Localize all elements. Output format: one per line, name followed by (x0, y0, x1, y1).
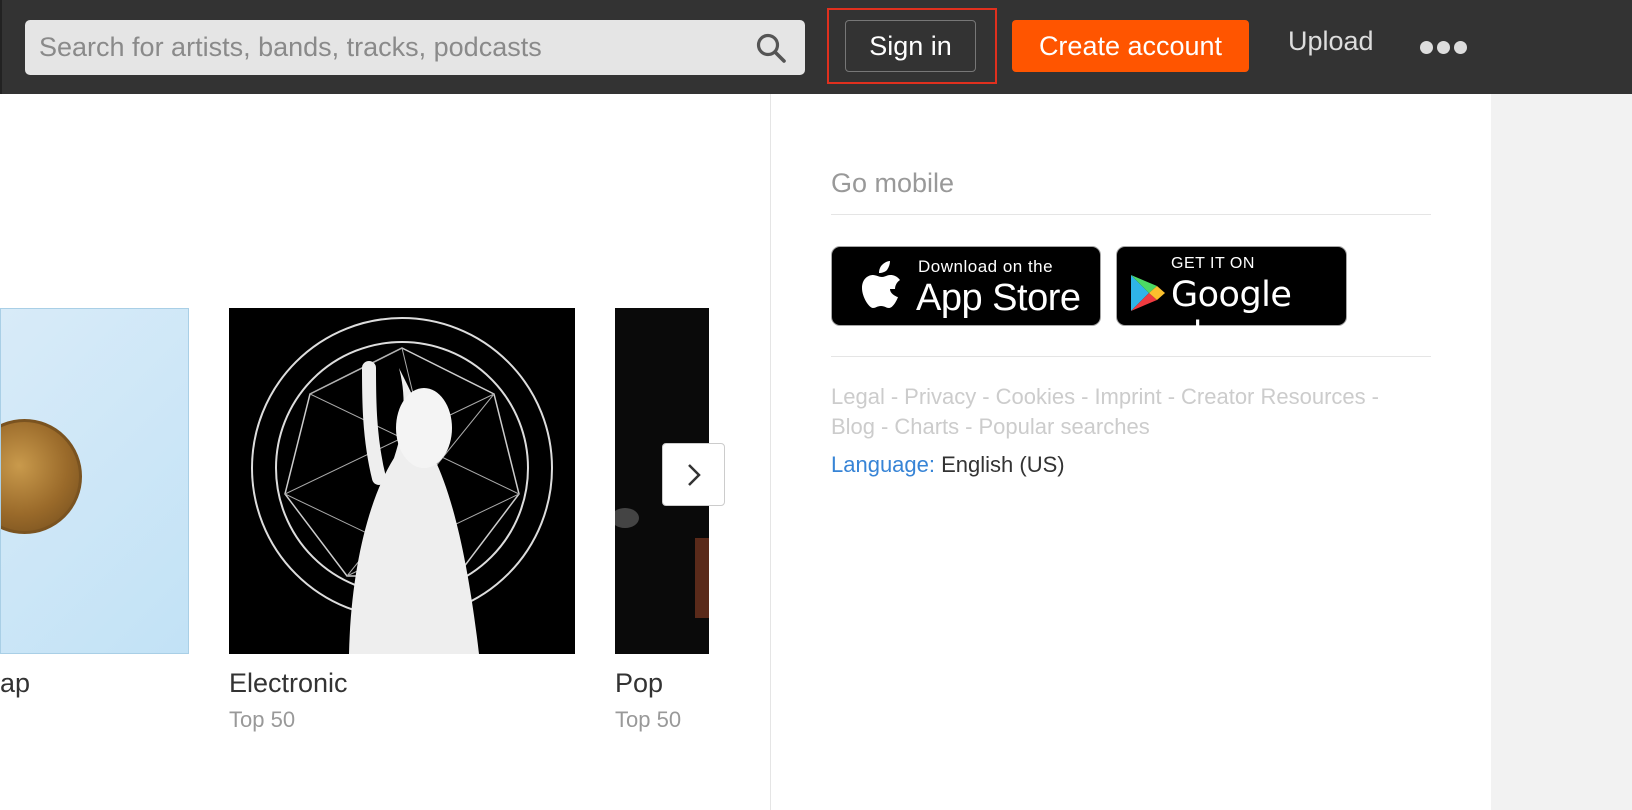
go-mobile-heading: Go mobile (831, 168, 955, 198)
app-store-small-text: Download on the (918, 257, 1054, 276)
language-value: English (US) (941, 452, 1065, 477)
google-play-badge[interactable]: GET IT ON Google play (1116, 246, 1347, 355)
chart-card-electronic-artwork[interactable] (229, 308, 575, 654)
chart-card-subtitle: Top 50 (229, 707, 296, 732)
chart-card-title[interactable]: ap (0, 668, 30, 699)
footer-link-charts[interactable]: Charts (894, 414, 959, 439)
separator: - (982, 384, 990, 409)
chart-card-title[interactable]: Electronic (229, 668, 348, 699)
footer-link-popular-searches[interactable]: Popular searches (979, 414, 1150, 439)
separator: - (965, 414, 973, 439)
separator: - (881, 414, 889, 439)
divider (831, 214, 1431, 215)
separator: - (1371, 384, 1379, 409)
footer-link-imprint[interactable]: Imprint (1094, 384, 1161, 409)
footer-link-legal[interactable]: Legal (831, 384, 885, 409)
search-box[interactable] (25, 20, 805, 75)
separator: - (890, 384, 899, 409)
chart-card-hiphop-artwork[interactable] (0, 308, 189, 654)
search-icon[interactable] (755, 32, 787, 64)
app-store-badge[interactable]: Download on the App Store (831, 246, 1101, 326)
chart-card-title[interactable]: Pop (615, 668, 663, 699)
sign-in-button[interactable]: Sign in (845, 20, 976, 72)
google-play-small-text: GET IT ON (1171, 255, 1255, 272)
electronic-artwork-image (251, 317, 553, 654)
create-account-button[interactable]: Create account (1012, 20, 1249, 72)
google-play-icon (1131, 275, 1165, 311)
carousel-next-button[interactable] (662, 443, 725, 506)
footer-link-blog[interactable]: Blog (831, 414, 875, 439)
chart-card-subtitle: Top 50 (615, 707, 682, 732)
divider (831, 356, 1431, 357)
google-play-big-text: Google play (1171, 275, 1292, 355)
apple-icon (862, 261, 900, 308)
top-navigation-bar: Sign in Create account Upload (0, 0, 1632, 94)
language-selector[interactable]: Language: English (US) (831, 452, 1065, 478)
chevron-right-icon (687, 463, 701, 486)
right-gutter (1491, 94, 1632, 810)
app-store-big-text: App Store (916, 277, 1081, 319)
topbar-edge (0, 0, 2, 94)
coin-artwork (1, 419, 82, 534)
separator: - (1081, 384, 1089, 409)
more-dots-icon[interactable] (1420, 37, 1468, 57)
footer-links: Legal - Privacy - Cookies - Imprint - Creator Re… (831, 382, 1431, 442)
footer-link-creator-resources[interactable]: Creator Resources (1181, 384, 1366, 409)
footer-link-cookies[interactable]: Cookies (996, 384, 1075, 409)
footer-link-privacy[interactable]: Privacy (904, 384, 976, 409)
language-label[interactable]: Language: (831, 452, 935, 477)
search-input[interactable] (25, 20, 745, 75)
separator: - (1167, 384, 1176, 409)
upload-link[interactable]: Upload (1288, 26, 1374, 57)
